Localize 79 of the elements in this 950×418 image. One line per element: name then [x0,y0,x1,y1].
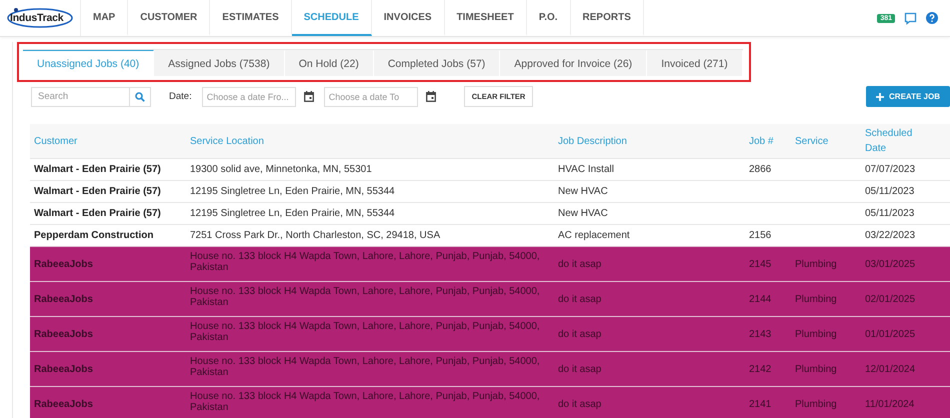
table-cell: do it asap [558,364,602,374]
nav-link[interactable]: TIMESHEET [444,0,527,36]
table-cell: AC replacement [558,230,630,241]
logo-swoosh-icon [6,7,74,29]
table-cell: 02/01/2025 [865,294,916,304]
search-field[interactable]: Search [31,86,129,106]
table-cell: House no. 133 block H4 Wapda Town, Lahore, Lahore, Punjab, Punjab, 54000, Pakistan [190,251,540,273]
table-cell: do it asap [558,258,602,270]
table-cell: do it asap [558,328,602,340]
nav-link[interactable]: ESTIMATES [210,0,292,36]
table-cell: 03/22/2023 [865,230,916,241]
table-cell: do it asap [558,294,602,304]
table-cell: 2866 [749,164,772,175]
table-cell: 12/01/2024 [865,364,916,374]
table-cell: 2143 [749,328,772,340]
create-job-button[interactable]: CREATE JOB [866,86,950,107]
calendar-icon[interactable] [426,91,436,102]
nav-link[interactable]: CUSTOMER [128,0,210,36]
tab[interactable]: Approved for Invoice (26) [500,50,648,76]
tab[interactable]: Invoiced (271) [647,50,743,76]
calendar-icon[interactable] [304,91,314,102]
table-cell: New HVAC [558,208,608,219]
table-cell: House no. 133 block H4 Wapda Town, Lahore, Lahore, Punjab, Punjab, 54000, Pakistan [190,321,540,343]
date-to-field[interactable]: Choose a date To [324,86,418,106]
table-cell: 05/11/2023 [865,208,914,219]
tab[interactable]: On Hold (22) [284,50,374,76]
table-cell: Plumbing [795,294,837,304]
table-cell: RabeeaJobs [34,364,93,374]
table-cell: 2142 [749,364,772,374]
nav-link[interactable]: INVOICES [372,0,445,36]
table-cell: Plumbing [795,398,837,410]
table-cell: RabeeaJobs [34,398,93,410]
table-cell: 01/01/2025 [865,328,916,340]
table-cell: House no. 133 block H4 Wapda Town, Lahore, Lahore, Punjab, Punjab, 54000, Pakistan [190,286,540,308]
nav-link[interactable]: P.O. [526,0,571,36]
table-cell: 12195 Singletree Ln, Eden Prairie, MN, 55344 [190,186,395,197]
table-cell: House no. 133 block H4 Wapda Town, Lahore, Lahore, Punjab, Punjab, 54000, Pakistan [190,356,540,378]
table-cell: 12195 Singletree Ln, Eden Prairie, MN, 55344 [190,208,395,219]
date-label: Date: [169,91,192,102]
table-cell: 07/07/2023 [865,164,916,175]
table-cell: HVAC Install [558,164,614,175]
table-cell: 2156 [749,230,772,241]
table-cell: House no. 133 block H4 Wapda Town, Lahore, Lahore, Punjab, Punjab, 54000, Pakistan [190,391,540,413]
logo-text: IndusTrack [10,12,64,24]
table-cell: RabeeaJobs [34,258,93,270]
table-cell: Plumbing [795,258,837,270]
table-cell: Pepperdam Construction [34,230,154,241]
table-cell: Walmart - Eden Prairie (57) [34,186,161,197]
help-icon[interactable] [926,12,938,24]
table-cell: 2141 [749,398,772,410]
tab[interactable]: Assigned Jobs (7538) [154,50,285,76]
table-cell: 2145 [749,258,772,270]
table-cell: Plumbing [795,364,837,374]
nav-link[interactable]: REPORTS [570,0,644,36]
logo[interactable]: IndusTrack [6,0,81,36]
table-cell: 05/11/2023 [865,186,914,197]
search-button[interactable] [129,86,151,106]
table-cell: do it asap [558,398,602,410]
table-cell: 7251 Cross Park Dr., North Charleston, SC, 29418, USA [190,230,440,241]
chat-icon[interactable] [904,12,917,24]
date-from-field[interactable]: Choose a date Fro... [202,86,296,106]
table-cell: 2144 [749,294,772,304]
table-cell: RabeeaJobs [34,294,93,304]
job-row[interactable]: Walmart - Eden Prairie (57) 12195 Singletree Ln, Eden Prairie, MN, 55344 New HVAC 05/11/2023 [30,180,950,202]
table-cell: Walmart - Eden Prairie (57) [34,208,161,219]
nav-link[interactable]: MAP [81,0,128,36]
table-cell: New HVAC [558,186,608,197]
tab[interactable]: Completed Jobs (57) [374,50,500,76]
job-row[interactable]: Walmart - Eden Prairie (57) 12195 Singletree Ln, Eden Prairie, MN, 55344 New HVAC 05/11/2023 [30,202,950,224]
plus-icon [876,92,884,100]
table-cell: 19300 solid ave, Minnetonka, MN, 55301 [190,164,372,175]
job-row[interactable]: Pepperdam Construction 7251 Cross Park Dr., North Charleston, SC, 29418, USA AC replacement 2156 03/22/2023 [30,224,950,246]
table-cell: Walmart - Eden Prairie (57) [34,164,161,175]
table-cell: 11/01/2024 [865,398,914,410]
table-cell: Plumbing [795,328,837,340]
job-row[interactable]: Walmart - Eden Prairie (57) 19300 solid ave, Minnetonka, MN, 55301 HVAC Install 2866 07/07/2023 [30,158,950,180]
search-icon[interactable] [135,92,145,102]
table-cell: 03/01/2025 [865,258,916,270]
table-cell: RabeeaJobs [34,328,93,340]
